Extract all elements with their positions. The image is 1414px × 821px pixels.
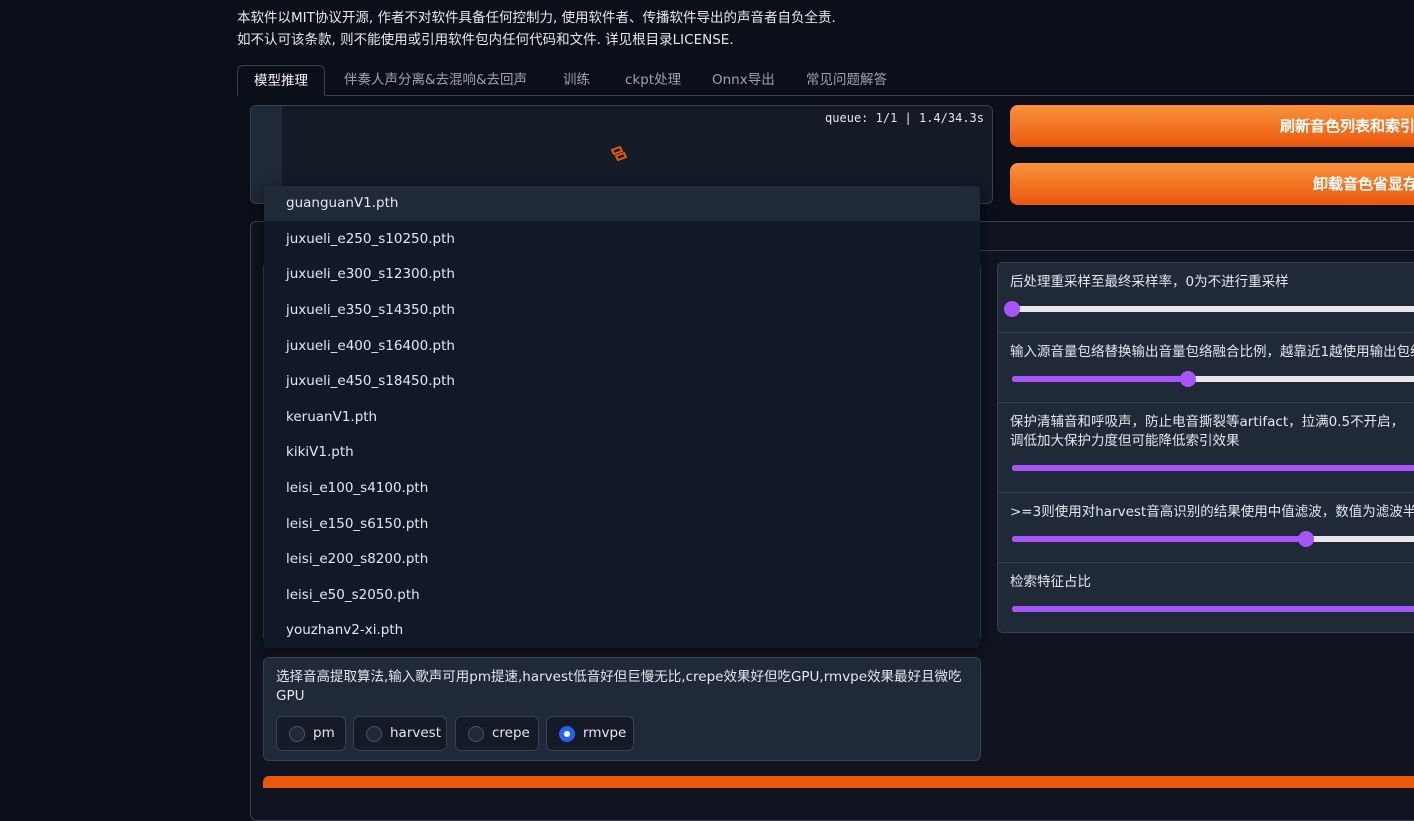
radio-crepe[interactable]: crepe	[455, 716, 539, 751]
radio-crepe-circle[interactable]	[468, 726, 484, 742]
tab-onnx-export[interactable]: Onnx导出	[696, 65, 791, 95]
filter-radius-label: >=3则使用对harvest音高识别的结果使用中值滤波，数值为滤波半径，使用可以…	[1010, 504, 1414, 520]
tab-training[interactable]: 训练	[547, 65, 606, 95]
dropdown-option[interactable]: juxueli_e350_s14350.pth	[264, 292, 980, 328]
dropdown-option[interactable]: leisi_e200_s8200.pth	[264, 541, 980, 577]
rms-mix-slider[interactable]	[1012, 371, 1414, 387]
dropdown-option[interactable]: leisi_e100_s4100.pth	[264, 470, 980, 506]
radio-rmvpe-circle[interactable]	[559, 726, 575, 742]
protect-slider-fill	[1012, 465, 1414, 471]
tab-vocal-separation[interactable]: 伴奏人声分离&去混响&去回声	[328, 65, 543, 95]
dropdown-option[interactable]: leisi_e150_s6150.pth	[264, 506, 980, 542]
post-process-settings: 后处理重采样至最终采样率，0为不进行重采样 输入源音量包络替换输出音量包络融合比…	[997, 262, 1414, 633]
radio-crepe-label: crepe	[492, 725, 530, 741]
rms-mix-label: 输入源音量包络替换输出音量包络融合比例，越靠近1越使用输出包络	[1010, 344, 1414, 360]
panel-divider	[980, 250, 1414, 251]
radio-pm-label: pm	[313, 725, 335, 741]
convert-button[interactable]	[263, 776, 1414, 788]
resample-slider[interactable]	[1004, 301, 1414, 317]
tab-model-inference[interactable]: 模型推理	[237, 65, 325, 96]
notice-line-2: 如不认可该条款, 则不能使用或引用软件包内任何代码和文件. 详见根目录LICEN…	[237, 32, 734, 48]
unload-voice-button[interactable]: 卸载音色省显存	[1010, 163, 1414, 205]
index-rate-label: 检索特征占比	[1010, 574, 1091, 590]
radio-harvest-label: harvest	[390, 725, 442, 741]
radio-rmvpe[interactable]: rmvpe	[546, 716, 634, 751]
protect-slider[interactable]	[1012, 465, 1414, 471]
rms-mix-slider-fill	[1012, 376, 1189, 382]
dropdown-option[interactable]: juxueli_e400_s16400.pth	[264, 328, 980, 364]
index-rate-slider[interactable]	[1012, 606, 1414, 612]
f0-method-group: 选择音高提取算法,输入歌声可用pm提速,harvest低音好但巨慢无比,crep…	[263, 657, 981, 761]
index-rate-slider-block: 检索特征占比	[998, 563, 1414, 632]
dropdown-option[interactable]: juxueli_e450_s18450.pth	[264, 363, 980, 399]
dropdown-option[interactable]: guanguanV1.pth	[264, 186, 980, 221]
filter-radius-slider-fill	[1012, 536, 1306, 542]
dropdown-option[interactable]: keruanV1.pth	[264, 399, 980, 435]
index-rate-slider-fill	[1012, 606, 1414, 612]
radio-pm[interactable]: pm	[276, 716, 346, 751]
filter-radius-slider[interactable]	[1012, 531, 1414, 547]
resample-slider-block: 后处理重采样至最终采样率，0为不进行重采样	[998, 263, 1414, 333]
dropdown-option[interactable]: kikiV1.pth	[264, 434, 980, 470]
tab-bar: 模型推理 伴奏人声分离&去混响&去回声 训练 ckpt处理 Onnx导出 常见问…	[237, 65, 1414, 96]
loading-spinner-icon	[610, 146, 628, 162]
rms-mix-slider-block: 输入源音量包络替换输出音量包络融合比例，越靠近1越使用输出包络	[998, 333, 1414, 403]
protect-slider-block: 保护清辅音和呼吸声，防止电音撕裂等artifact，拉满0.5不开启，调低加大保…	[998, 403, 1414, 493]
tab-ckpt[interactable]: ckpt处理	[609, 65, 697, 95]
radio-harvest[interactable]: harvest	[353, 716, 447, 751]
radio-rmvpe-label: rmvpe	[583, 725, 627, 741]
rms-mix-slider-thumb[interactable]	[1180, 371, 1197, 387]
notice-line-1: 本软件以MIT协议开源, 作者不对软件具备任何控制力, 使用软件者、传播软件导出…	[237, 10, 836, 26]
voice-model-dropdown[interactable]: guanguanV1.pth juxueli_e250_s10250.pth j…	[264, 186, 980, 648]
tab-faq[interactable]: 常见问题解答	[790, 65, 903, 95]
dropdown-option[interactable]: leisi_e50_s2050.pth	[264, 577, 980, 613]
f0-method-label: 选择音高提取算法,输入歌声可用pm提速,harvest低音好但巨慢无比,crep…	[276, 669, 962, 704]
dropdown-option[interactable]: juxueli_e300_s12300.pth	[264, 256, 980, 292]
radio-harvest-circle[interactable]	[366, 726, 382, 742]
refresh-voice-list-button[interactable]: 刷新音色列表和索引	[1010, 105, 1414, 147]
dropdown-option[interactable]: youzhanv2-xi.pth	[264, 612, 980, 648]
resample-label: 后处理重采样至最终采样率，0为不进行重采样	[1010, 274, 1289, 290]
license-notice: 本软件以MIT协议开源, 作者不对软件具备任何控制力, 使用软件者、传播软件导出…	[237, 7, 836, 51]
dropdown-option[interactable]: juxueli_e250_s10250.pth	[264, 221, 980, 257]
filter-radius-slider-thumb[interactable]	[1298, 531, 1314, 547]
filter-radius-slider-block: >=3则使用对harvest音高识别的结果使用中值滤波，数值为滤波半径，使用可以…	[998, 493, 1414, 563]
protect-label: 保护清辅音和呼吸声，防止电音撕裂等artifact，拉满0.5不开启，调低加大保…	[1010, 414, 1405, 449]
queue-status: queue: 1/1 | 1.4/34.3s	[825, 111, 984, 125]
radio-pm-circle[interactable]	[289, 726, 305, 742]
resample-slider-thumb[interactable]	[1004, 301, 1020, 317]
